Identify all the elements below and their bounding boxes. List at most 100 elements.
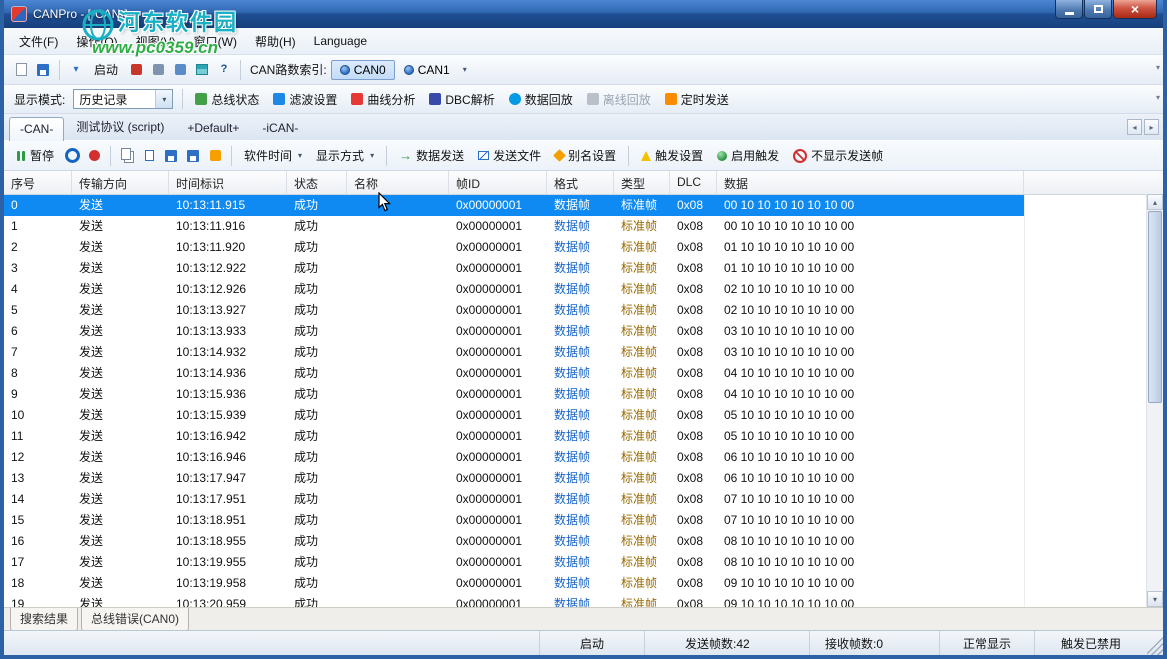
menu-item[interactable]: Language xyxy=(305,30,376,52)
bus-status-button[interactable]: 总线状态 xyxy=(188,87,266,112)
new-file-button[interactable] xyxy=(10,59,32,81)
new-file-icon xyxy=(16,63,27,76)
save-list-button[interactable] xyxy=(160,145,182,167)
can0-button[interactable]: CAN0 xyxy=(331,60,395,80)
cell-frame-id: 0x00000001 xyxy=(449,363,547,384)
table-row[interactable]: 2 发送 10:13:11.920 成功 0x00000001 数据帧 标准帧 … xyxy=(4,237,1024,258)
save-button[interactable] xyxy=(32,59,54,81)
help-wizard-button[interactable]: ? xyxy=(213,59,235,81)
start-button-label: 启动 xyxy=(94,61,118,78)
table-row[interactable]: 11 发送 10:13:16.942 成功 0x00000001 数据帧 标准帧… xyxy=(4,426,1024,447)
table-row[interactable]: 4 发送 10:13:12.926 成功 0x00000001 数据帧 标准帧 … xyxy=(4,279,1024,300)
can1-button[interactable]: CAN1 xyxy=(395,60,459,80)
cell-status: 成功 xyxy=(287,258,347,279)
table-row[interactable]: 18 发送 10:13:19.958 成功 0x00000001 数据帧 标准帧… xyxy=(4,573,1024,594)
can-channel-dropdown-button[interactable]: ▾ xyxy=(459,62,471,77)
toolbar-overflow-icon[interactable]: ▾ xyxy=(1156,93,1160,102)
close-button[interactable]: × xyxy=(1113,0,1157,19)
table-row[interactable]: 12 发送 10:13:16.946 成功 0x00000001 数据帧 标准帧… xyxy=(4,447,1024,468)
minimize-button[interactable] xyxy=(1055,0,1083,19)
column-header[interactable]: 类型 xyxy=(614,171,670,194)
menu-item[interactable]: 视图(V) xyxy=(127,29,185,54)
scroll-down-button[interactable]: ▾ xyxy=(1147,591,1163,607)
column-header[interactable]: 传输方向 xyxy=(72,171,169,194)
column-header[interactable]: 状态 xyxy=(287,171,347,194)
tab-default[interactable]: +Default+ xyxy=(176,116,250,140)
connect-button[interactable] xyxy=(147,59,169,81)
table-row[interactable]: 15 发送 10:13:18.951 成功 0x00000001 数据帧 标准帧… xyxy=(4,510,1024,531)
copy-button[interactable] xyxy=(116,145,138,167)
table-row[interactable]: 19 发送 10:13:20.959 成功 0x00000001 数据帧 标准帧… xyxy=(4,594,1024,607)
cell-dlc: 0x08 xyxy=(670,342,717,363)
refresh-button[interactable] xyxy=(61,145,83,167)
library-button[interactable] xyxy=(191,59,213,81)
curve-analysis-button[interactable]: 曲线分析 xyxy=(344,87,422,112)
table-row[interactable]: 6 发送 10:13:13.933 成功 0x00000001 数据帧 标准帧 … xyxy=(4,321,1024,342)
trigger-settings-button[interactable]: 触发设置 xyxy=(634,143,710,168)
offline-replay-button[interactable]: 离线回放 xyxy=(580,87,658,112)
column-header[interactable]: 时间标识 xyxy=(169,171,287,194)
tab-test-protocol[interactable]: 测试协议 (script) xyxy=(65,113,175,140)
column-header[interactable]: 格式 xyxy=(547,171,614,194)
toolbar-overflow-icon[interactable]: ▾ xyxy=(1156,63,1160,72)
filter-settings-button[interactable]: 滤波设置 xyxy=(266,87,344,112)
table-row[interactable]: 14 发送 10:13:17.951 成功 0x00000001 数据帧 标准帧… xyxy=(4,489,1024,510)
dbc-parse-button[interactable]: DBC解析 xyxy=(422,87,501,112)
menu-item[interactable]: 文件(F) xyxy=(10,29,67,54)
table-row[interactable]: 10 发送 10:13:15.939 成功 0x00000001 数据帧 标准帧… xyxy=(4,405,1024,426)
record-button[interactable] xyxy=(83,145,105,167)
table-row[interactable]: 8 发送 10:13:14.936 成功 0x00000001 数据帧 标准帧 … xyxy=(4,363,1024,384)
software-time-dropdown[interactable]: 软件时间 ▾ xyxy=(237,143,309,168)
alias-settings-button[interactable]: 别名设置 xyxy=(548,143,623,168)
start-button[interactable]: 启动 xyxy=(87,57,125,82)
undo-button[interactable]: ▾ xyxy=(65,59,87,81)
table-row[interactable]: 9 发送 10:13:15.936 成功 0x00000001 数据帧 标准帧 … xyxy=(4,384,1024,405)
table-row[interactable]: 7 发送 10:13:14.932 成功 0x00000001 数据帧 标准帧 … xyxy=(4,342,1024,363)
stop-button[interactable] xyxy=(125,59,147,81)
column-header[interactable]: 序号 xyxy=(4,171,72,194)
tab-scroll-left-button[interactable]: ◂ xyxy=(1127,119,1142,135)
display-style-dropdown[interactable]: 显示方式 ▾ xyxy=(309,143,381,168)
column-header[interactable]: 名称 xyxy=(347,171,449,194)
column-header[interactable]: DLC xyxy=(670,171,717,194)
table-row[interactable]: 17 发送 10:13:19.955 成功 0x00000001 数据帧 标准帧… xyxy=(4,552,1024,573)
view-data-button[interactable] xyxy=(138,145,160,167)
table-row[interactable]: 16 发送 10:13:18.955 成功 0x00000001 数据帧 标准帧… xyxy=(4,531,1024,552)
table-row[interactable]: 5 发送 10:13:13.927 成功 0x00000001 数据帧 标准帧 … xyxy=(4,300,1024,321)
hide-sent-frames-button[interactable]: 不显示发送帧 xyxy=(786,143,890,168)
send-file-button[interactable]: 发送文件 xyxy=(471,143,548,168)
titlebar[interactable]: CANPro - [-CAN-] × xyxy=(4,0,1163,28)
pause-button[interactable]: 暂停 xyxy=(10,143,61,168)
tab-scroll-right-button[interactable]: ▸ xyxy=(1144,119,1159,135)
column-header[interactable]: 帧ID xyxy=(449,171,547,194)
timed-send-button[interactable]: 定时发送 xyxy=(658,87,736,112)
table-scrollbar[interactable]: ▴ ▾ xyxy=(1146,194,1163,607)
scroll-up-button[interactable]: ▴ xyxy=(1147,194,1163,210)
resize-grip[interactable] xyxy=(1147,631,1163,655)
device-settings-button[interactable] xyxy=(169,59,191,81)
cell-status: 成功 xyxy=(287,363,347,384)
display-mode-select[interactable]: 历史记录 ▾ xyxy=(73,89,173,109)
menu-item[interactable]: 窗口(W) xyxy=(185,29,246,54)
tab-search-results[interactable]: 搜索结果 xyxy=(10,608,78,631)
save-all-button[interactable] xyxy=(182,145,204,167)
cell-name xyxy=(347,321,449,342)
cell-frame-id: 0x00000001 xyxy=(449,216,547,237)
table-row[interactable]: 3 发送 10:13:12.922 成功 0x00000001 数据帧 标准帧 … xyxy=(4,258,1024,279)
enable-trigger-button[interactable]: 启用触发 xyxy=(710,143,786,168)
highlight-button[interactable] xyxy=(204,145,226,167)
combo-dropdown-icon[interactable]: ▾ xyxy=(155,90,172,108)
table-row[interactable]: 13 发送 10:13:17.947 成功 0x00000001 数据帧 标准帧… xyxy=(4,468,1024,489)
data-send-button[interactable]: → 数据发送 xyxy=(392,143,471,168)
table-row[interactable]: 0 发送 10:13:11.915 成功 0x00000001 数据帧 标准帧 … xyxy=(4,195,1024,216)
tab-can[interactable]: -CAN- xyxy=(9,117,64,141)
column-header[interactable]: 数据 xyxy=(717,171,1024,194)
menu-item[interactable]: 帮助(H) xyxy=(246,29,305,54)
maximize-button[interactable] xyxy=(1084,0,1112,19)
tab-bus-errors[interactable]: 总线错误(CAN0) xyxy=(81,608,189,631)
data-replay-button[interactable]: 数据回放 xyxy=(502,87,580,112)
tab-ican[interactable]: -iCAN- xyxy=(251,116,309,140)
menu-item[interactable]: 操作(O) xyxy=(67,29,126,54)
scrollbar-thumb[interactable] xyxy=(1148,211,1162,403)
table-row[interactable]: 1 发送 10:13:11.916 成功 0x00000001 数据帧 标准帧 … xyxy=(4,216,1024,237)
